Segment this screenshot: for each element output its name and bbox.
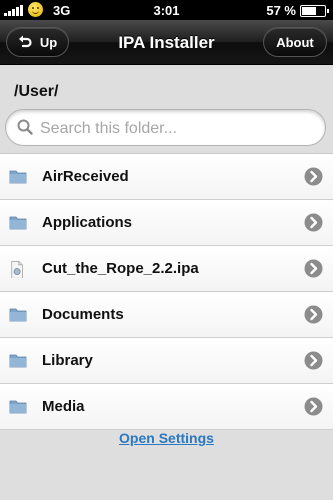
- chevron-right-icon[interactable]: [304, 351, 323, 370]
- chevron-right-icon[interactable]: [304, 167, 323, 186]
- open-settings-link[interactable]: Open Settings: [0, 430, 333, 446]
- file-list: AirReceived Applications Cut_the_Rope_2.…: [0, 153, 333, 430]
- battery-percentage: 57 %: [266, 3, 296, 18]
- battery-icon: [300, 5, 329, 17]
- chevron-right-icon[interactable]: [304, 259, 323, 278]
- folder-icon: [9, 400, 27, 414]
- search-icon: [17, 119, 33, 135]
- navigation-bar: Up IPA Installer About: [0, 20, 333, 65]
- chevron-right-icon[interactable]: [304, 213, 323, 232]
- search-input[interactable]: [38, 110, 322, 147]
- search-field[interactable]: [5, 109, 326, 147]
- chevron-right-icon[interactable]: [304, 305, 323, 324]
- current-path: /User/: [14, 83, 59, 100]
- folder-icon: [9, 354, 27, 368]
- list-item-airreceived[interactable]: AirReceived: [0, 154, 333, 200]
- list-item-label: Library: [42, 352, 93, 369]
- list-item-library[interactable]: Library: [0, 338, 333, 384]
- list-item-label: Documents: [42, 306, 124, 323]
- list-item-cut-the-rope-ipa[interactable]: Cut_the_Rope_2.2.ipa: [0, 246, 333, 292]
- chevron-right-icon[interactable]: [304, 397, 323, 416]
- status-bar: 3G 3:01 57 %: [0, 0, 333, 20]
- folder-icon: [9, 170, 27, 184]
- list-item-media[interactable]: Media: [0, 384, 333, 430]
- ipa-file-icon: [11, 260, 23, 278]
- folder-icon: [9, 216, 27, 230]
- list-item-label: Applications: [42, 214, 133, 231]
- list-item-label: Cut_the_Rope_2.2.ipa: [42, 260, 199, 277]
- list-item-label: Media: [42, 398, 85, 415]
- list-item-applications[interactable]: Applications: [0, 200, 333, 246]
- list-item-documents[interactable]: Documents: [0, 292, 333, 338]
- about-button[interactable]: About: [263, 27, 327, 57]
- list-item-label: AirReceived: [42, 168, 129, 185]
- folder-icon: [9, 308, 27, 322]
